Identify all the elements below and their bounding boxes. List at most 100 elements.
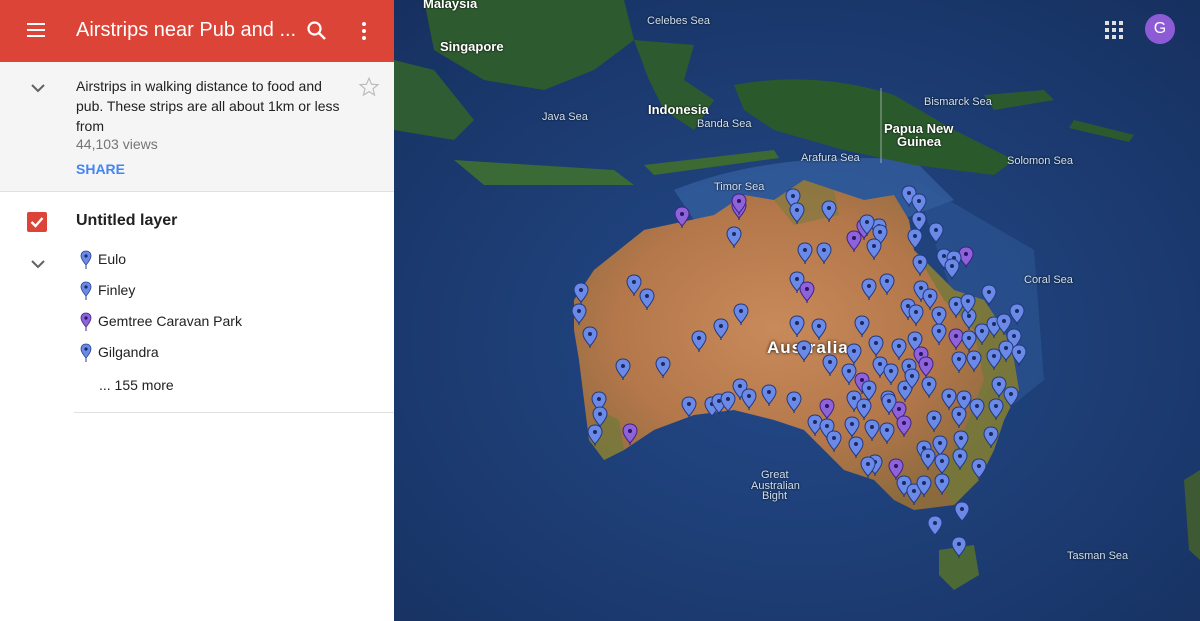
map-pin-icon[interactable] bbox=[789, 202, 805, 224]
map-info-panel: Airstrips in walking distance to food an… bbox=[0, 62, 394, 192]
map-pin-icon[interactable] bbox=[848, 436, 864, 458]
map-pin-icon[interactable] bbox=[822, 354, 838, 376]
map-pin-icon[interactable] bbox=[861, 278, 877, 300]
apps-grid-icon[interactable] bbox=[1104, 20, 1124, 40]
map-pin-icon[interactable] bbox=[846, 230, 862, 252]
map-pin-icon[interactable] bbox=[971, 458, 987, 480]
map-pin-icon[interactable] bbox=[934, 473, 950, 495]
map-pin-icon[interactable] bbox=[713, 318, 729, 340]
map-pin-icon[interactable] bbox=[741, 388, 757, 410]
map-pin-icon[interactable] bbox=[941, 388, 957, 410]
map-pin-icon[interactable] bbox=[691, 330, 707, 352]
map-pin-icon[interactable] bbox=[879, 422, 895, 444]
list-item[interactable]: Eulo bbox=[76, 248, 376, 274]
chevron-down-icon[interactable] bbox=[26, 76, 50, 100]
map-pin-icon[interactable] bbox=[928, 222, 944, 244]
map-pin-icon[interactable] bbox=[934, 453, 950, 475]
map-pin-icon[interactable] bbox=[951, 406, 967, 428]
map-pin-icon[interactable] bbox=[931, 323, 947, 345]
map-pin-icon[interactable] bbox=[846, 343, 862, 365]
chevron-down-icon[interactable] bbox=[26, 252, 50, 276]
layer-checkbox[interactable] bbox=[27, 212, 47, 232]
map-pin-icon[interactable] bbox=[926, 410, 942, 432]
map-pin-icon[interactable] bbox=[864, 419, 880, 441]
map-pin-icon[interactable] bbox=[816, 242, 832, 264]
map-pin-icon[interactable] bbox=[639, 288, 655, 310]
map-pin-icon[interactable] bbox=[981, 284, 997, 306]
map-pin-icon[interactable] bbox=[896, 415, 912, 437]
map-pin-icon[interactable] bbox=[1003, 386, 1019, 408]
map-pin-icon[interactable] bbox=[811, 318, 827, 340]
map-pin-icon[interactable] bbox=[1011, 344, 1027, 366]
map-pin-icon[interactable] bbox=[866, 238, 882, 260]
map-pin-icon[interactable] bbox=[961, 330, 977, 352]
list-item[interactable]: Gilgandra bbox=[76, 341, 376, 367]
map-pin-icon[interactable] bbox=[854, 315, 870, 337]
map-pin-icon[interactable] bbox=[720, 391, 736, 413]
map-pin-icon[interactable] bbox=[986, 348, 1002, 370]
map-pin-icon[interactable] bbox=[883, 363, 899, 385]
map-pin-icon[interactable] bbox=[1009, 303, 1025, 325]
map-pin-icon[interactable] bbox=[952, 448, 968, 470]
map-pin-icon[interactable] bbox=[969, 398, 985, 420]
map-pin-icon[interactable] bbox=[927, 515, 943, 537]
map-pin-icon[interactable] bbox=[655, 356, 671, 378]
map-pin-icon[interactable] bbox=[573, 282, 589, 304]
map-pin-icon[interactable] bbox=[674, 206, 690, 228]
map-pin-icon[interactable] bbox=[761, 384, 777, 406]
map-pin-icon[interactable] bbox=[615, 358, 631, 380]
map-pin-icon[interactable] bbox=[920, 448, 936, 470]
map-pin-icon[interactable] bbox=[974, 323, 990, 345]
map-pin-icon[interactable] bbox=[799, 281, 815, 303]
list-item[interactable]: Finley bbox=[76, 279, 376, 305]
more-items-link[interactable]: ... 155 more bbox=[99, 377, 174, 393]
avatar[interactable]: G bbox=[1145, 14, 1175, 44]
map-pin-icon[interactable] bbox=[819, 398, 835, 420]
map-pin-icon[interactable] bbox=[912, 254, 928, 276]
map-canvas[interactable]: Malaysia Singapore Celebes Sea Indonesia… bbox=[394, 0, 1200, 621]
map-pin-icon[interactable] bbox=[948, 328, 964, 350]
map-pin-icon[interactable] bbox=[789, 315, 805, 337]
map-pin-icon[interactable] bbox=[626, 274, 642, 296]
map-pin-icon[interactable] bbox=[891, 338, 907, 360]
map-pin-icon[interactable] bbox=[922, 288, 938, 310]
map-pin-icon[interactable] bbox=[841, 363, 857, 385]
map-pin-icon[interactable] bbox=[844, 416, 860, 438]
map-pin-icon[interactable] bbox=[587, 424, 603, 446]
share-button[interactable]: SHARE bbox=[76, 161, 125, 177]
map-pin-icon[interactable] bbox=[681, 396, 697, 418]
map-pin-icon[interactable] bbox=[860, 456, 876, 478]
list-item[interactable]: Gemtree Caravan Park bbox=[76, 310, 376, 336]
map-pin-icon[interactable] bbox=[983, 426, 999, 448]
more-vert-icon[interactable] bbox=[352, 19, 376, 43]
map-pin-icon[interactable] bbox=[821, 200, 837, 222]
map-pin-icon[interactable] bbox=[571, 303, 587, 325]
map-pin-icon[interactable] bbox=[954, 501, 970, 523]
map-pin-icon[interactable] bbox=[622, 423, 638, 445]
map-pin-icon[interactable] bbox=[856, 398, 872, 420]
map-pin-icon[interactable] bbox=[951, 351, 967, 373]
map-pin-icon bbox=[80, 281, 92, 300]
map-pin-icon[interactable] bbox=[966, 350, 982, 372]
map-pin-icon[interactable] bbox=[998, 340, 1014, 362]
map-pin-icon[interactable] bbox=[921, 376, 937, 398]
map-pin-icon[interactable] bbox=[826, 430, 842, 452]
map-pin-icon[interactable] bbox=[879, 273, 895, 295]
map-pin-icon bbox=[80, 343, 92, 362]
map-pin-icon[interactable] bbox=[988, 398, 1004, 420]
hamburger-menu-icon[interactable] bbox=[24, 19, 50, 43]
map-pin-icon[interactable] bbox=[907, 228, 923, 250]
star-icon[interactable] bbox=[358, 76, 380, 98]
search-icon[interactable] bbox=[305, 19, 329, 43]
map-pin-icon[interactable] bbox=[786, 391, 802, 413]
map-pin-icon[interactable] bbox=[797, 242, 813, 264]
map-pin-icon[interactable] bbox=[944, 258, 960, 280]
map-pin-icon[interactable] bbox=[733, 303, 749, 325]
map-pin-icon[interactable] bbox=[796, 340, 812, 362]
map-pin-icon[interactable] bbox=[951, 536, 967, 558]
map-pin-icon[interactable] bbox=[868, 335, 884, 357]
map-pin-icon[interactable] bbox=[908, 304, 924, 326]
map-pin-icon[interactable] bbox=[726, 226, 742, 248]
map-pin-icon[interactable] bbox=[582, 326, 598, 348]
map-pin-icon[interactable] bbox=[918, 356, 934, 378]
